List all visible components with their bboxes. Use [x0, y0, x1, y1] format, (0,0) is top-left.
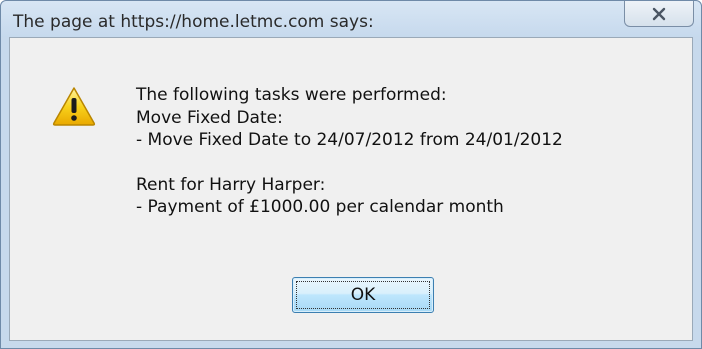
- ok-button[interactable]: OK: [292, 277, 434, 313]
- dialog-title: The page at https://home.letmc.com says:: [13, 12, 374, 32]
- focus-ring: [296, 281, 430, 309]
- message-line: Rent for Harry Harper:: [136, 174, 326, 195]
- alert-dialog-window: The page at https://home.letmc.com says:…: [0, 0, 702, 349]
- message-line: Move Fixed Date:: [136, 107, 283, 128]
- warning-icon: [52, 87, 96, 126]
- close-icon: [652, 7, 666, 20]
- dialog-titlebar: The page at https://home.letmc.com says:: [1, 1, 701, 37]
- message-line: - Move Fixed Date to 24/07/2012 from 24/…: [136, 130, 563, 150]
- message-line: The following tasks were performed:: [136, 85, 447, 105]
- message-line: - Payment of £1000.00 per calendar month: [136, 197, 504, 217]
- close-button[interactable]: [624, 1, 694, 27]
- dialog-content: The following tasks were performed: Move…: [9, 37, 693, 341]
- dialog-message: The following tasks were performed: Move…: [136, 84, 676, 219]
